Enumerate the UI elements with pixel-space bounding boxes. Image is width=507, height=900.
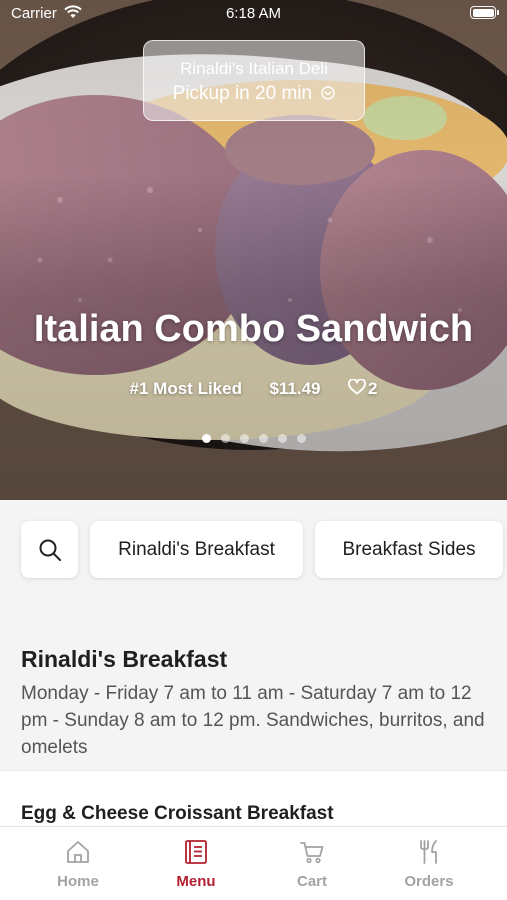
most-liked-badge: #1 Most Liked <box>129 378 242 398</box>
tab-bar: Home Menu Cart Orders <box>0 826 507 900</box>
featured-dish-meta: #1 Most Liked $11.49 2 <box>0 378 507 399</box>
menu-item-name: Egg & Cheese Croissant Breakfast <box>21 803 334 824</box>
carousel-dot[interactable] <box>220 434 230 443</box>
menu-item[interactable]: Egg & Cheese Croissant Breakfast <box>0 770 507 830</box>
tab-menu[interactable]: Menu <box>138 827 254 900</box>
category-chip-breakfast-sides[interactable]: Breakfast Sides <box>315 521 503 578</box>
home-icon <box>67 841 89 863</box>
carousel-dot[interactable] <box>201 434 211 443</box>
status-bar: Carrier 6:18 AM <box>0 0 507 28</box>
section-title: Rinaldi's Breakfast <box>21 646 228 672</box>
orders-icon <box>420 840 437 864</box>
like-button[interactable]: 2 <box>348 378 377 399</box>
menu-icon <box>185 840 207 864</box>
carousel-dot[interactable] <box>239 434 249 443</box>
pickup-selector[interactable]: Rinaldi's Italian Deli Pickup in 20 min <box>143 40 365 121</box>
cart-icon <box>300 842 324 864</box>
tab-cart-label: Cart <box>296 873 327 890</box>
tab-home-label: Home <box>57 873 99 890</box>
tab-menu-label: Menu <box>176 873 216 890</box>
chevron-circle-icon <box>321 86 336 100</box>
featured-price: $11.49 <box>269 378 321 398</box>
status-time: 6:18 AM <box>225 5 282 22</box>
featured-dish-title: Italian Combo Sandwich <box>33 308 474 350</box>
carousel-dot[interactable] <box>296 434 306 443</box>
pickup-time-label: Pickup in 20 min <box>172 83 313 104</box>
carousel-dot[interactable] <box>258 434 268 443</box>
hero-banner[interactable]: Carrier 6:18 AM Rinaldi's Italian Deli P… <box>0 0 507 500</box>
battery-icon <box>470 6 499 19</box>
heart-icon <box>348 378 366 395</box>
restaurant-name: Rinaldi's Italian Deli <box>180 59 328 78</box>
carousel-dot[interactable] <box>277 434 287 443</box>
search-button[interactable] <box>21 521 78 578</box>
tab-orders[interactable]: Orders <box>371 827 487 900</box>
pickup-time: Pickup in 20 min <box>144 83 364 105</box>
category-chip-breakfast[interactable]: Rinaldi's Breakfast <box>90 521 303 578</box>
tab-home[interactable]: Home <box>20 827 136 900</box>
category-bar: Rinaldi's Breakfast Breakfast Sides <box>0 500 507 604</box>
like-count: 2 <box>367 378 378 398</box>
tab-cart[interactable]: Cart <box>254 827 370 900</box>
menu-section: Rinaldi's Breakfast Monday - Friday 7 am… <box>0 604 507 770</box>
tab-orders-label: Orders <box>404 873 454 890</box>
carousel-dots[interactable] <box>0 430 507 448</box>
section-description: Monday - Friday 7 am to 11 am - Saturday… <box>21 683 485 758</box>
search-icon <box>39 539 61 561</box>
